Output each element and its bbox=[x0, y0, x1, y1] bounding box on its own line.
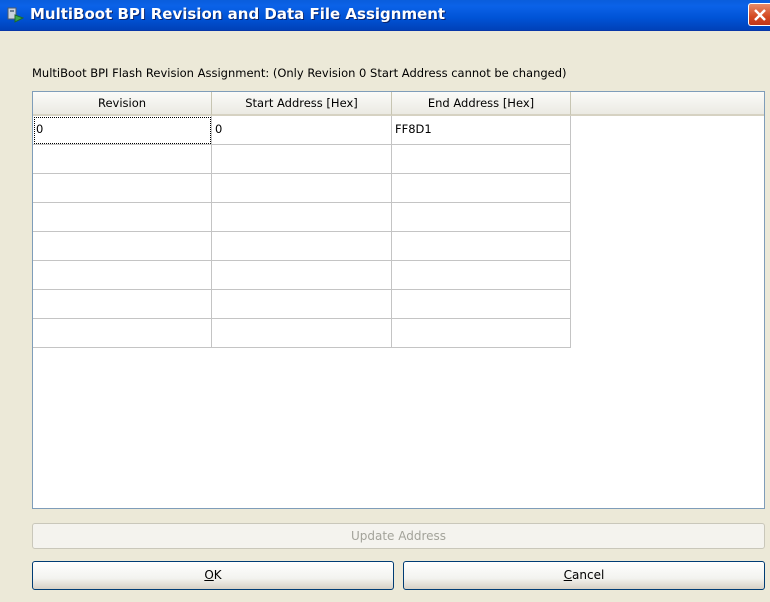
table-row[interactable] bbox=[33, 261, 571, 290]
table-row[interactable] bbox=[33, 145, 571, 174]
title-bar[interactable]: MultiBoot BPI Revision and Data File Ass… bbox=[0, 0, 770, 31]
app-icon bbox=[7, 7, 24, 23]
cell-start-address[interactable] bbox=[212, 145, 392, 174]
window-title: MultiBoot BPI Revision and Data File Ass… bbox=[30, 5, 446, 23]
cell-start-address[interactable] bbox=[212, 319, 392, 348]
cell-revision[interactable] bbox=[33, 261, 212, 290]
table-row[interactable] bbox=[33, 319, 571, 348]
cell-start-address[interactable] bbox=[212, 174, 392, 203]
column-header-end-address[interactable]: End Address [Hex] bbox=[392, 92, 571, 116]
cell-end-address[interactable] bbox=[392, 319, 571, 348]
cell-revision[interactable] bbox=[33, 203, 212, 232]
column-header-filler bbox=[571, 92, 764, 116]
cell-end-address[interactable] bbox=[392, 174, 571, 203]
cell-start-address[interactable] bbox=[212, 290, 392, 319]
close-button[interactable] bbox=[748, 3, 770, 26]
cell-revision[interactable] bbox=[33, 290, 212, 319]
cell-revision[interactable] bbox=[33, 232, 212, 261]
section-label: MultiBoot BPI Flash Revision Assignment:… bbox=[32, 66, 567, 80]
cell-revision[interactable]: 0 bbox=[33, 116, 212, 145]
revision-table[interactable]: Revision Start Address [Hex] End Address… bbox=[32, 91, 765, 509]
close-icon bbox=[754, 9, 766, 21]
ok-accel: O bbox=[204, 568, 214, 582]
cell-end-address[interactable] bbox=[392, 203, 571, 232]
column-header-start-address[interactable]: Start Address [Hex] bbox=[212, 92, 392, 116]
column-header-revision[interactable]: Revision bbox=[33, 92, 212, 116]
cell-end-address[interactable] bbox=[392, 145, 571, 174]
cancel-label: ancel bbox=[572, 568, 605, 582]
cell-end-address[interactable] bbox=[392, 290, 571, 319]
ok-button[interactable]: OK bbox=[32, 561, 394, 590]
table-row[interactable] bbox=[33, 232, 571, 261]
cell-revision[interactable] bbox=[33, 174, 212, 203]
table-row[interactable] bbox=[33, 203, 571, 232]
cell-revision[interactable] bbox=[33, 319, 212, 348]
cancel-accel: C bbox=[563, 568, 573, 582]
cell-start-address[interactable]: 0 bbox=[212, 116, 392, 145]
table-header: Revision Start Address [Hex] End Address… bbox=[33, 92, 764, 116]
cell-start-address[interactable] bbox=[212, 261, 392, 290]
ok-label: K bbox=[213, 568, 222, 582]
cell-end-address[interactable] bbox=[392, 261, 571, 290]
table-row[interactable]: 0 0 FF8D1 bbox=[33, 116, 571, 145]
cell-start-address[interactable] bbox=[212, 232, 392, 261]
cancel-button[interactable]: Cancel bbox=[403, 561, 765, 590]
cell-end-address[interactable] bbox=[392, 232, 571, 261]
cell-start-address[interactable] bbox=[212, 203, 392, 232]
cell-end-address[interactable]: FF8D1 bbox=[392, 116, 571, 145]
cell-revision[interactable] bbox=[33, 145, 212, 174]
table-row[interactable] bbox=[33, 174, 571, 203]
update-address-button[interactable]: Update Address bbox=[32, 523, 765, 549]
table-row[interactable] bbox=[33, 290, 571, 319]
